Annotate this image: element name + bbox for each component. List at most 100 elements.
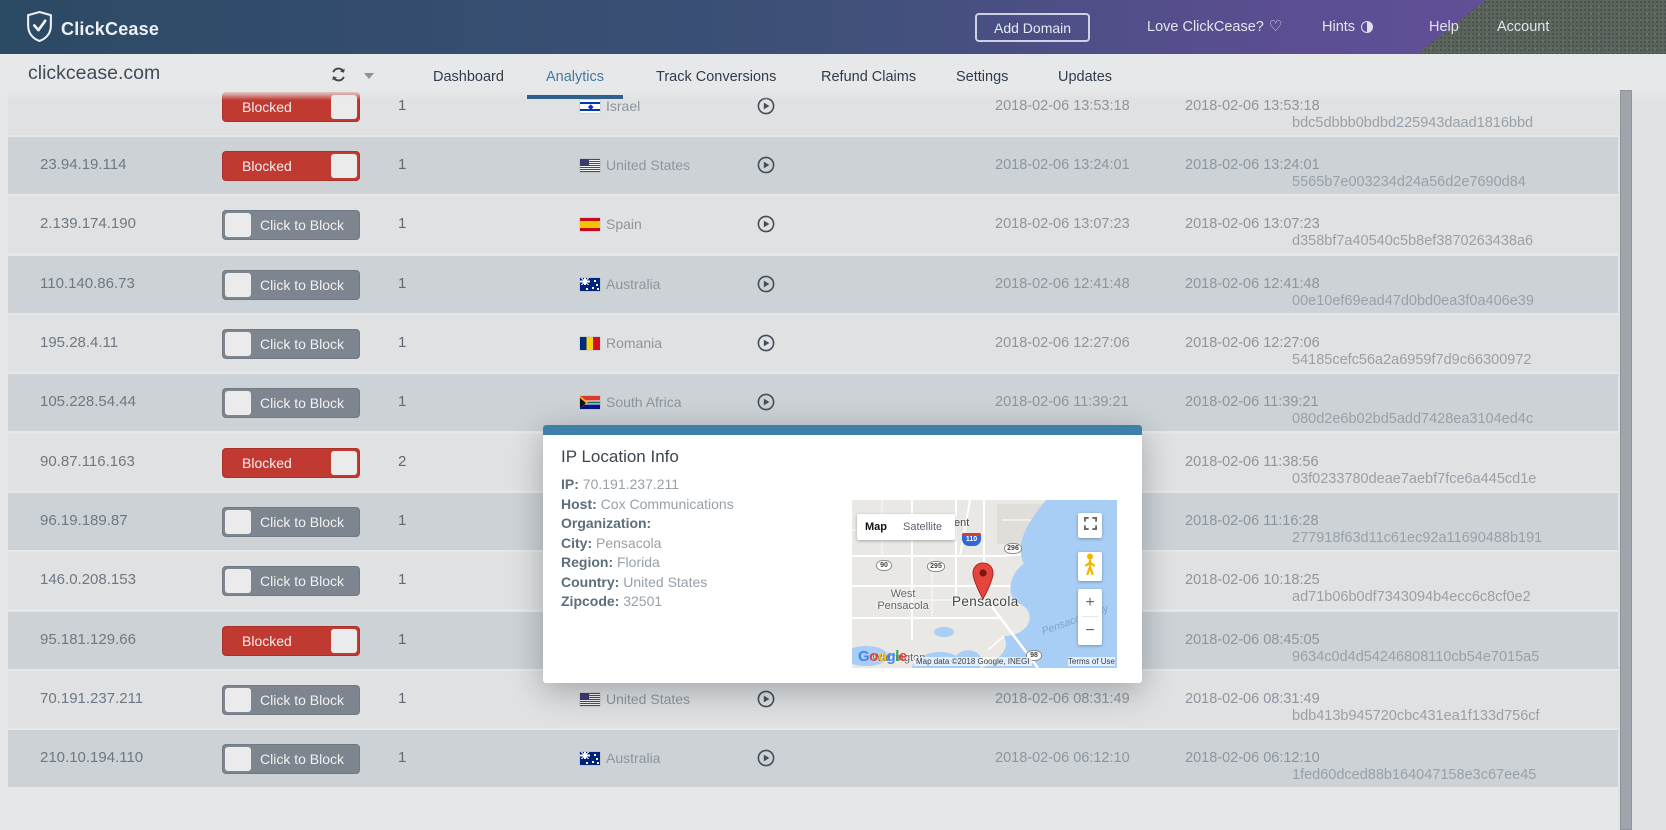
country-name: Israel	[606, 98, 640, 114]
click-hash: 277918f63d11c61ec92a11690488b191	[1292, 530, 1618, 546]
block-toggle[interactable]: Click to Block	[222, 210, 360, 240]
map-pin-icon	[971, 562, 995, 605]
zoom-in-button[interactable]: +	[1078, 589, 1102, 616]
add-domain-button[interactable]: Add Domain	[975, 13, 1090, 42]
first-click-time: 2018-02-06 13:53:18	[995, 98, 1130, 114]
click-count: 1	[398, 749, 406, 766]
toggle-knob	[331, 154, 357, 178]
play-icon[interactable]	[757, 334, 775, 352]
country-name: Romania	[606, 335, 662, 351]
refresh-button[interactable]	[330, 66, 347, 88]
block-toggle-label: Click to Block	[260, 567, 344, 595]
country-name: Spain	[606, 216, 642, 232]
country-name: United States	[606, 691, 690, 707]
map-label-fragment: ent	[954, 517, 969, 529]
ip-address: 90.87.116.163	[40, 453, 135, 470]
hints-link[interactable]: Hints	[1322, 0, 1373, 54]
block-toggle[interactable]: Click to Block	[222, 329, 360, 359]
block-toggle[interactable]: Click to Block	[222, 744, 360, 774]
highway-shield-110: 110	[962, 533, 981, 546]
table-row: 110.140.86.73 Click to Block 1 Australia…	[8, 256, 1618, 313]
block-toggle[interactable]: Click to Block	[222, 507, 360, 537]
block-toggle[interactable]: Click to Block	[222, 270, 360, 300]
block-toggle-label: Click to Block	[260, 271, 344, 299]
tab-track-conversions[interactable]: Track Conversions	[656, 69, 776, 85]
modal-top-bar	[543, 425, 1142, 435]
block-toggle[interactable]: Blocked	[222, 448, 360, 478]
click-count: 1	[398, 156, 406, 173]
play-icon[interactable]	[757, 749, 775, 767]
last-click-time: 2018-02-06 11:38:56	[1185, 454, 1319, 470]
click-hash: 54185cefc56a2a6959f7d9c66300972	[1292, 352, 1618, 368]
click-hash: 5565b7e003234d24a56d2e7690d84	[1292, 174, 1618, 190]
click-hash: bdc5dbbb0bdbd225943daad1816bbd	[1292, 115, 1618, 131]
tab-settings[interactable]: Settings	[956, 69, 1008, 85]
map-label-west-pensacola: West Pensacola	[870, 588, 936, 612]
map-attribution-bar: Google Map data ©2018 Google, INEGI Term…	[852, 655, 1117, 668]
country-flag	[580, 752, 600, 765]
ip-address: 2.139.174.190	[40, 215, 136, 232]
google-logo[interactable]: Google	[858, 648, 907, 665]
domain-bar: clickcease.com Dashboard Analytics Track C…	[0, 54, 1666, 100]
play-icon[interactable]	[757, 275, 775, 293]
tab-updates[interactable]: Updates	[1058, 69, 1112, 85]
map-button[interactable]: Map	[857, 521, 895, 533]
top-navbar: ClickCease Add Domain Love ClickCease?♡ …	[0, 0, 1666, 54]
table-row: 23.94.19.114 Blocked 1 United States 201…	[8, 137, 1618, 194]
fullscreen-button[interactable]	[1078, 513, 1102, 538]
country-flag	[580, 100, 600, 113]
scrollbar-thumb[interactable]	[1620, 90, 1632, 830]
refresh-icon	[330, 70, 347, 87]
ip-location-modal: IP Location Info IP: 70.191.237.211Host:…	[543, 425, 1142, 683]
block-toggle[interactable]: Blocked	[222, 626, 360, 656]
first-click-time: 2018-02-06 06:12:10	[995, 750, 1130, 766]
account-link[interactable]: Account	[1497, 0, 1549, 54]
detail-region: Region: Florida	[561, 553, 734, 573]
click-count: 1	[398, 334, 406, 351]
toggle-knob	[225, 510, 251, 534]
detail-country: Country: United States	[561, 573, 734, 593]
country-name: United States	[606, 157, 690, 173]
play-icon[interactable]	[757, 215, 775, 233]
country-flag	[580, 396, 600, 409]
block-toggle-label: Blocked	[242, 152, 292, 180]
last-click-time: 2018-02-06 13:24:01	[1185, 157, 1320, 173]
table-row: 195.28.4.11 Click to Block 1 Romania 201…	[8, 315, 1618, 372]
country-name: Australia	[606, 750, 660, 766]
tab-refund-claims[interactable]: Refund Claims	[821, 69, 916, 85]
love-clickcease-link[interactable]: Love ClickCease?♡	[1147, 0, 1282, 54]
ip-details: IP: 70.191.237.211Host: Cox Communicatio…	[561, 475, 734, 612]
ip-address: 146.0.208.153	[40, 571, 136, 588]
block-toggle[interactable]: Blocked	[222, 151, 360, 181]
modal-title: IP Location Info	[561, 447, 679, 467]
tab-analytics[interactable]: Analytics	[546, 69, 604, 85]
ip-address: 23.94.19.114	[40, 156, 126, 173]
pegman-button[interactable]	[1078, 552, 1102, 581]
block-toggle[interactable]: Click to Block	[222, 388, 360, 418]
play-icon[interactable]	[757, 156, 775, 174]
satellite-button[interactable]: Satellite	[895, 521, 950, 533]
first-click-time: 2018-02-06 12:27:06	[995, 335, 1130, 351]
block-toggle[interactable]: Click to Block	[222, 685, 360, 715]
domain-dropdown-caret[interactable]	[364, 73, 374, 79]
tab-dashboard[interactable]: Dashboard	[433, 69, 504, 85]
pegman-icon	[1084, 553, 1096, 580]
brand[interactable]: ClickCease	[26, 11, 159, 47]
toggle-knob	[331, 451, 357, 475]
block-toggle[interactable]: Click to Block	[222, 566, 360, 596]
play-icon[interactable]	[757, 393, 775, 411]
table-row: 105.228.54.44 Click to Block 1 South Afr…	[8, 374, 1618, 431]
detail-organization: Organization:	[561, 514, 734, 534]
zoom-out-button[interactable]: −	[1078, 617, 1102, 644]
help-link[interactable]: Help	[1429, 0, 1459, 54]
detail-zipcode: Zipcode: 32501	[561, 592, 734, 612]
block-toggle-label: Click to Block	[260, 508, 344, 536]
brand-name: ClickCease	[61, 19, 159, 40]
current-domain[interactable]: clickcease.com	[28, 62, 160, 85]
map-embed[interactable]: Pensacola Bay ent West Pensacola Pensaco…	[852, 500, 1117, 668]
terms-of-use-link[interactable]: Terms of Use	[1068, 657, 1115, 666]
last-click-time: 2018-02-06 12:41:48	[1185, 276, 1320, 292]
ip-address: 110.140.86.73	[40, 275, 135, 292]
play-icon[interactable]	[757, 690, 775, 708]
last-click-time: 2018-02-06 13:53:18	[1185, 98, 1320, 114]
